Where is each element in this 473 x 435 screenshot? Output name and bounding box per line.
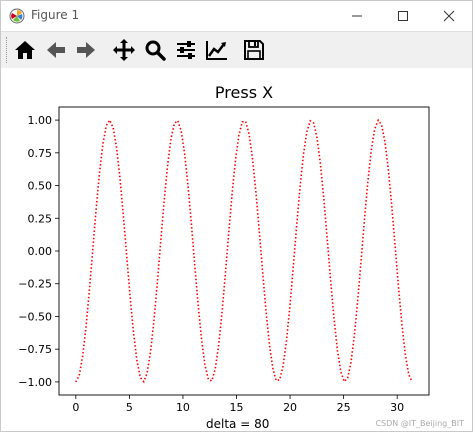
pan-button[interactable] bbox=[111, 37, 137, 63]
title-bar[interactable]: Figure 1 bbox=[1, 1, 472, 31]
x-tick-label: 30 bbox=[390, 401, 404, 414]
minimize-icon bbox=[352, 15, 362, 17]
save-button[interactable] bbox=[241, 37, 267, 63]
magnifier-icon bbox=[145, 40, 166, 61]
home-button[interactable] bbox=[12, 37, 38, 63]
y-tick-label: 0.25 bbox=[28, 212, 53, 225]
x-tick-label: 15 bbox=[230, 401, 244, 414]
edit-axis-button[interactable] bbox=[204, 37, 230, 63]
chart[interactable]: Press X 0 5 10 15 20 25 30 −1.00 −0.75 −0.50 −0.25 0… bbox=[1, 68, 472, 431]
home-icon bbox=[15, 41, 35, 59]
x-tick-label: 20 bbox=[283, 401, 297, 414]
y-tick-label: −0.25 bbox=[18, 278, 52, 291]
x-tick-label: 0 bbox=[72, 401, 79, 414]
y-tick-label: 0.00 bbox=[28, 245, 53, 258]
footer-message: delta = 80 bbox=[206, 417, 270, 431]
move-icon bbox=[113, 39, 135, 61]
y-tick-label: −1.00 bbox=[18, 376, 52, 389]
floppy-disk-icon bbox=[244, 40, 264, 60]
maximize-icon bbox=[398, 11, 408, 21]
navigation-toolbar bbox=[1, 31, 472, 69]
maximize-button[interactable] bbox=[380, 1, 426, 31]
x-tick-label: 25 bbox=[337, 401, 351, 414]
zoom-button[interactable] bbox=[142, 37, 168, 63]
watermark: CSDN @IT_Beijing_BIT bbox=[375, 419, 464, 428]
x-tick-label: 5 bbox=[126, 401, 133, 414]
chart-title: Press X bbox=[215, 83, 273, 102]
close-button[interactable] bbox=[426, 1, 472, 31]
arrow-right-icon bbox=[77, 42, 95, 58]
minimize-button[interactable] bbox=[334, 1, 380, 31]
window-title: Figure 1 bbox=[31, 8, 80, 22]
configure-subplots-button[interactable] bbox=[173, 37, 199, 63]
figure-canvas[interactable]: Press X 0 5 10 15 20 25 30 −1.00 −0.75 −0.50 −0.25 0… bbox=[1, 68, 472, 431]
y-tick-label: 0.75 bbox=[28, 147, 53, 160]
series-line bbox=[75, 118, 413, 384]
line-chart-icon bbox=[206, 41, 227, 60]
close-icon bbox=[443, 10, 455, 22]
toolbar-grip[interactable] bbox=[6, 37, 10, 63]
forward-button[interactable] bbox=[73, 37, 99, 63]
x-tick-label: 10 bbox=[176, 401, 190, 414]
sliders-icon bbox=[177, 41, 195, 59]
y-tick-label: −0.75 bbox=[18, 343, 52, 356]
figure-window: Figure 1 Press X 0 5 10 15 20 25 30 −1.0… bbox=[0, 0, 473, 432]
y-tick-label: 0.50 bbox=[28, 180, 53, 193]
arrow-left-icon bbox=[47, 42, 65, 58]
y-tick-label: −0.50 bbox=[18, 310, 52, 323]
matplotlib-logo-icon bbox=[9, 8, 25, 24]
back-button[interactable] bbox=[43, 37, 69, 63]
axes-frame bbox=[58, 106, 430, 396]
y-tick-label: 1.00 bbox=[28, 114, 53, 127]
